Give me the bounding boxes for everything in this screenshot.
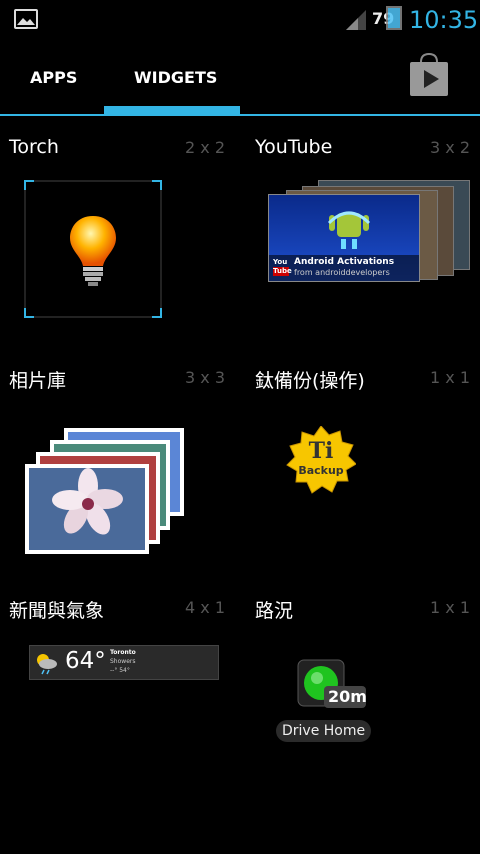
- eta: 20m: [328, 687, 367, 706]
- temperature: 64°: [65, 648, 106, 674]
- widget-youtube[interactable]: YouTube 3 x 2 You Tube Android Activatio…: [240, 116, 480, 346]
- city: Toronto: [110, 649, 136, 656]
- badge-top: Ti: [308, 438, 334, 464]
- widget-titanium-backup[interactable]: 鈦備份(操作) 1 x 1 Ti Backup: [240, 346, 480, 576]
- youtube-logo-bottom: Tube: [273, 267, 292, 276]
- clock: 10:35: [409, 6, 479, 34]
- widget-title: 相片庫: [9, 370, 67, 392]
- weather-showers-icon: [37, 654, 57, 675]
- android-robot-icon: [327, 211, 371, 249]
- drive-home-label: Drive Home: [276, 720, 372, 742]
- badge-bottom: Backup: [298, 464, 344, 477]
- tab-selected-indicator: [104, 106, 240, 114]
- lightbulb-icon: [24, 180, 162, 318]
- traffic-light-icon: 20m: [296, 658, 368, 710]
- widget-gallery[interactable]: 相片庫 3 x 3: [0, 346, 240, 576]
- signal-icon: [346, 10, 366, 30]
- battery-icon: [386, 6, 402, 30]
- temp-range: --° 54°: [110, 667, 130, 674]
- photo-stack-icon: [25, 428, 184, 554]
- widget-title: 路況: [255, 600, 294, 622]
- image-icon: [14, 9, 38, 29]
- widget-size: 3 x 2: [430, 138, 470, 157]
- widget-torch[interactable]: Torch 2 x 2: [0, 116, 240, 346]
- widget-title: 新聞與氣象: [9, 600, 105, 622]
- widget-size: 4 x 1: [185, 598, 225, 617]
- widget-title: Torch: [9, 136, 59, 158]
- titanium-backup-icon: Ti Backup: [286, 426, 356, 496]
- youtube-widget-preview: You Tube Android Activations from androi…: [268, 178, 470, 282]
- preview-title: Android Activations: [294, 257, 395, 267]
- tab-widgets[interactable]: WIDGETS: [134, 68, 217, 87]
- condition: Showers: [110, 658, 136, 665]
- widget-title: 鈦備份(操作): [255, 370, 365, 392]
- widget-size: 2 x 2: [185, 138, 225, 157]
- play-store-icon[interactable]: [409, 52, 449, 98]
- status-bar: 79 10:35: [0, 0, 480, 38]
- tab-apps[interactable]: APPS: [30, 68, 77, 87]
- widget-traffic[interactable]: 路況 1 x 1 20m: [240, 576, 480, 806]
- widget-news-weather[interactable]: 新聞與氣象 4 x 1 64° Toronto Showers --° 54°: [0, 576, 240, 806]
- weather-widget-preview: 64° Toronto Showers --° 54°: [29, 645, 219, 680]
- widget-size: 1 x 1: [430, 598, 470, 617]
- preview-subtitle: from androiddevelopers: [294, 268, 390, 277]
- widget-title: YouTube: [255, 136, 333, 158]
- widget-size: 3 x 3: [185, 368, 225, 387]
- widget-size: 1 x 1: [430, 368, 470, 387]
- youtube-logo-top: You: [273, 258, 288, 266]
- tab-bar: APPS WIDGETS: [0, 38, 480, 116]
- youtube-logo-icon: You Tube: [273, 258, 292, 278]
